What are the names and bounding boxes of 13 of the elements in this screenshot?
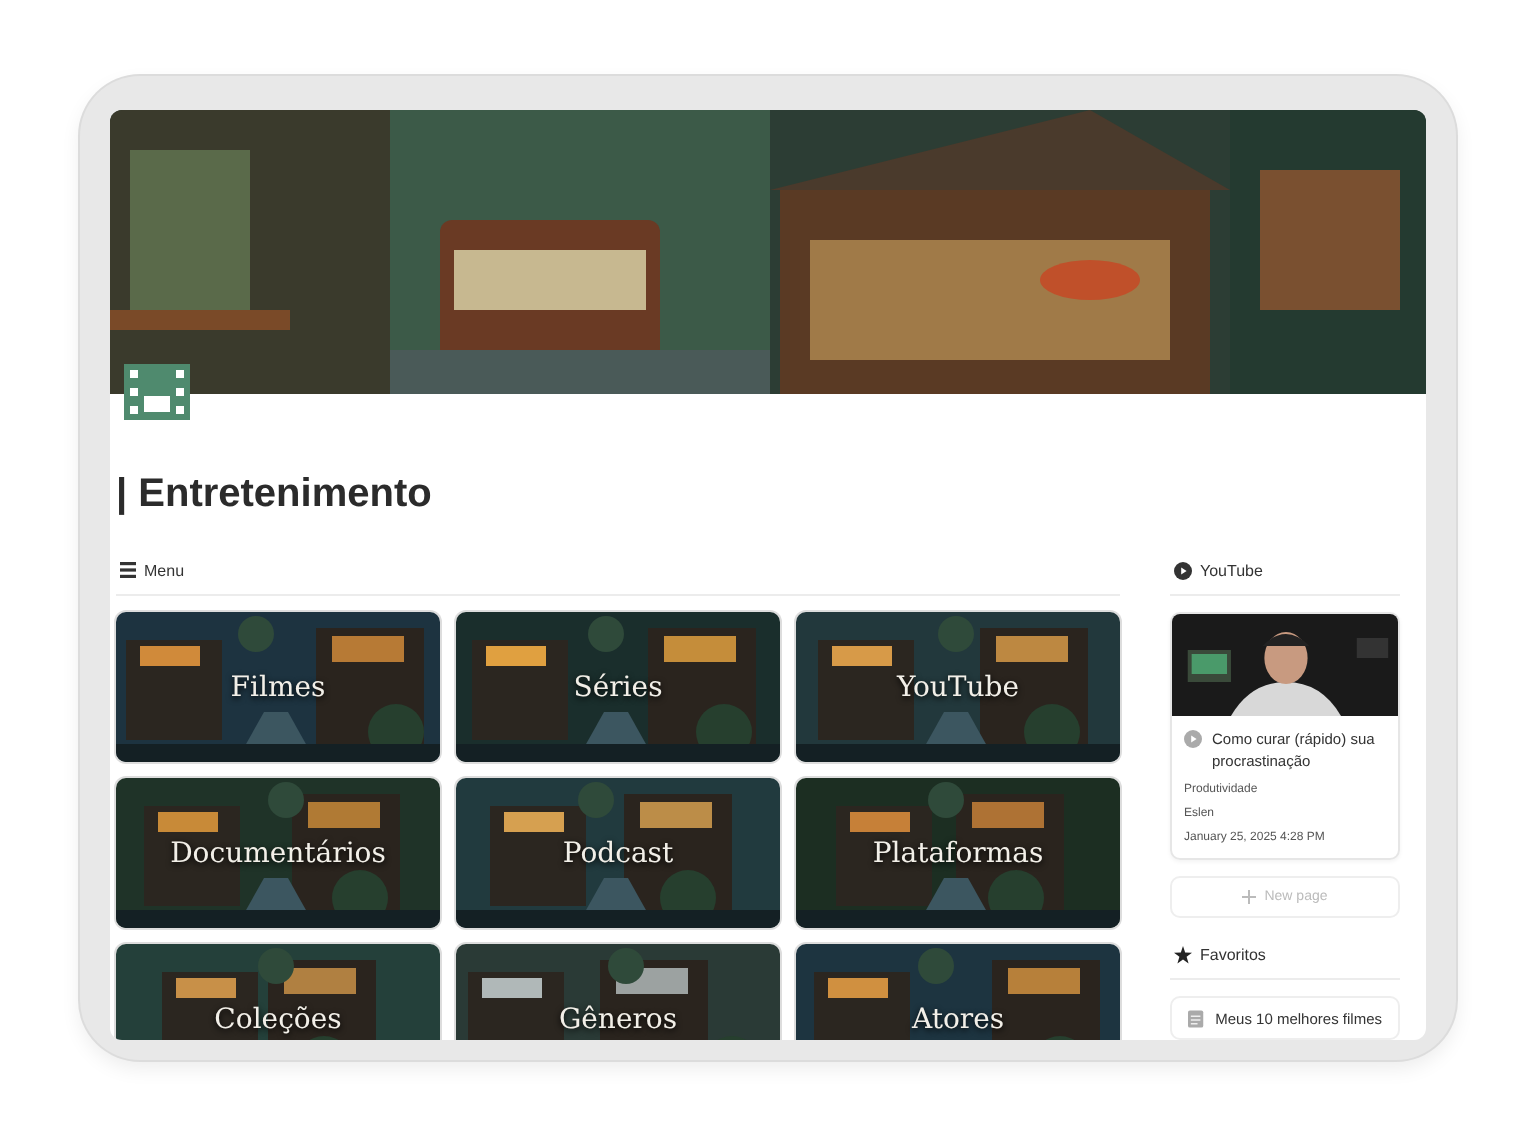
tile-label: Filmes (230, 671, 326, 703)
section-label: Favoritos (1200, 945, 1266, 963)
tile-label: Atores (911, 1003, 1005, 1035)
section-label: Menu (144, 561, 185, 579)
tile-label: Séries (573, 671, 663, 703)
section-label: YouTube (1200, 561, 1263, 579)
tile-label: Plataformas (872, 837, 1044, 869)
page-title: | Entretenimento (116, 472, 434, 518)
tile-label: YouTube (896, 671, 1020, 703)
tile-label: Gêneros (558, 1003, 678, 1035)
tile-label: Podcast (562, 837, 674, 869)
tile-label: Documentários (170, 837, 386, 869)
tile-label: Coleções (214, 1003, 342, 1035)
